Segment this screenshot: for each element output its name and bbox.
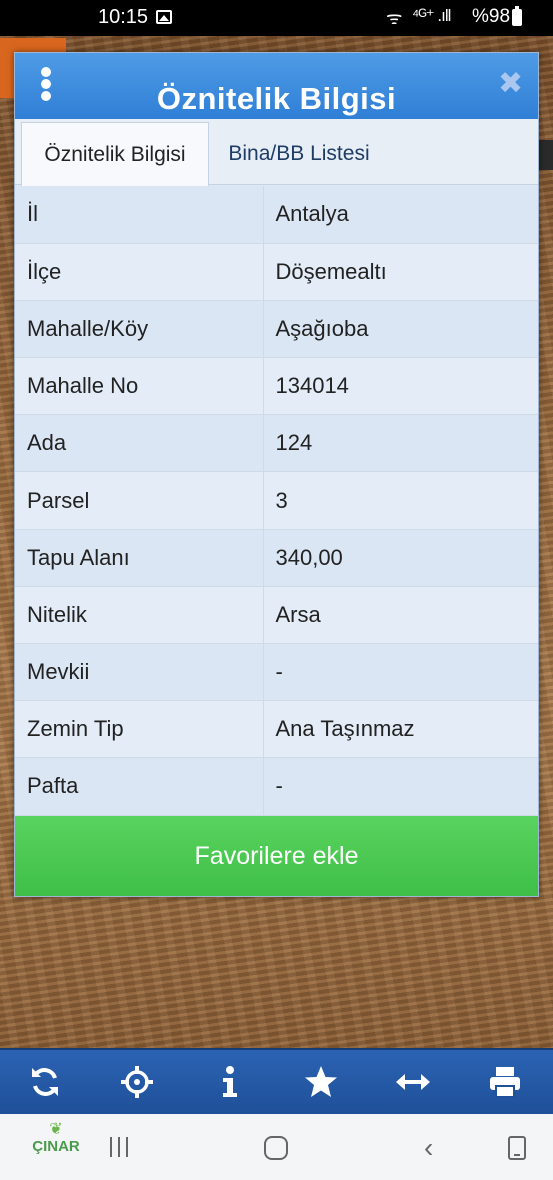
row-key: Zemin Tip: [15, 700, 264, 759]
row-value: Ana Taşınmaz: [263, 700, 538, 759]
row-value: 3: [263, 471, 538, 530]
row-value: Aşağıoba: [263, 300, 538, 359]
row-key: İlçe: [15, 243, 264, 301]
row-key: Pafta: [15, 757, 264, 816]
star-icon[interactable]: [303, 1064, 339, 1100]
tab-bar: Öznitelik Bilgisi Bina/BB Listesi: [15, 119, 538, 186]
row-value: Döşemealtı: [263, 243, 538, 301]
table-row: Nitelik Arsa: [15, 586, 538, 645]
attribute-table: İl Antalya İlçe Döşemealtı Mahalle/Köy Aşağ…: [15, 186, 538, 816]
row-value: 134014: [263, 357, 538, 416]
back-button[interactable]: ‹: [424, 1132, 433, 1164]
table-row: Parsel 3: [15, 471, 538, 530]
android-nav-bar: ❦ ÇINAR ‹: [0, 1114, 553, 1180]
table-row: İlçe Döşemealtı: [15, 243, 538, 301]
recent-apps-button[interactable]: [110, 1136, 134, 1158]
cinar-logo: ❦ ÇINAR: [18, 1122, 94, 1172]
table-row: Tapu Alanı 340,00: [15, 529, 538, 587]
map-feature-dark: [538, 140, 553, 170]
leaf-icon: ❦: [49, 1121, 63, 1138]
table-row: Pafta -: [15, 757, 538, 816]
table-row: Zemin Tip Ana Taşınmaz: [15, 700, 538, 759]
battery-percent: %98: [472, 6, 511, 27]
tab-attribute-info[interactable]: Öznitelik Bilgisi: [21, 122, 209, 186]
row-key: Mahalle No: [15, 357, 264, 416]
table-row: Ada 124: [15, 414, 538, 473]
status-bar: 10:15 ᯤ ⁴ᴳ⁺ .ıll %98: [0, 0, 553, 36]
rotate-screen-icon[interactable]: [508, 1136, 526, 1160]
table-row: İl Antalya: [15, 186, 538, 244]
table-row: Mahalle/Köy Aşağıoba: [15, 300, 538, 359]
row-value: Arsa: [263, 586, 538, 645]
table-row: Mahalle No 134014: [15, 357, 538, 416]
row-key: İl: [15, 186, 264, 244]
wifi-icon: ᯤ: [386, 8, 403, 28]
row-key: Mahalle/Köy: [15, 300, 264, 359]
dialog-title: Öznitelik Bilgisi: [156, 81, 397, 116]
crosshair-icon[interactable]: [119, 1064, 155, 1100]
attribute-info-dialog: Öznitelik Bilgisi ✖ Öznitelik Bilgisi Bi…: [14, 52, 539, 897]
row-value: 124: [263, 414, 538, 473]
home-button[interactable]: [264, 1136, 288, 1160]
row-key: Mevkii: [15, 643, 264, 702]
row-key: Ada: [15, 414, 264, 473]
row-value: Antalya: [263, 186, 538, 244]
measure-icon[interactable]: [395, 1064, 431, 1100]
refresh-icon[interactable]: [27, 1064, 63, 1100]
tab-building-list[interactable]: Bina/BB Listesi: [209, 123, 389, 185]
row-key: Nitelik: [15, 586, 264, 645]
signal-icon: ⁴ᴳ⁺ .ıll: [412, 6, 451, 25]
row-value: 340,00: [263, 529, 538, 587]
row-value: -: [263, 643, 538, 702]
gallery-notification-icon: [156, 10, 172, 24]
add-to-favorites-button[interactable]: Favorilere ekle: [15, 816, 538, 896]
status-time: 10:15: [98, 6, 149, 28]
row-key: Parsel: [15, 471, 264, 530]
close-icon[interactable]: ✖: [498, 69, 523, 99]
logo-text: ÇINAR: [32, 1138, 80, 1155]
dialog-header: Öznitelik Bilgisi ✖: [15, 53, 538, 119]
battery-icon: [512, 6, 522, 26]
row-value: -: [263, 757, 538, 816]
map-toolbar: [0, 1048, 553, 1114]
print-icon[interactable]: [487, 1064, 523, 1100]
table-row: Mevkii -: [15, 643, 538, 702]
row-key: Tapu Alanı: [15, 529, 264, 587]
info-icon[interactable]: [211, 1064, 247, 1100]
